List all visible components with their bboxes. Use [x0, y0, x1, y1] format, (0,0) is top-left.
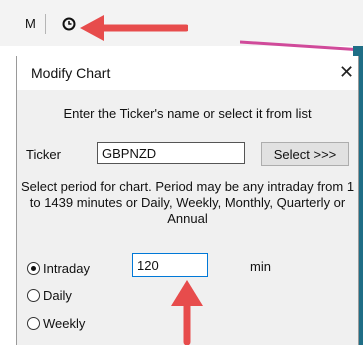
radio-daily-label: Daily	[43, 288, 72, 303]
toolbar-separator	[45, 14, 46, 34]
chart-line-decoration	[240, 40, 363, 52]
radio-daily[interactable]: Daily	[27, 288, 72, 303]
dialog-title: Modify Chart	[31, 65, 111, 81]
ticker-prompt: Enter the Ticker's name or select it fro…	[63, 106, 312, 121]
modify-chart-dialog: Modify Chart ✕ Enter the Ticker's name o…	[16, 56, 359, 345]
radio-daily-indicator[interactable]	[27, 289, 40, 302]
clock-icon[interactable]	[62, 17, 76, 36]
radio-intraday-label: Intraday	[43, 261, 90, 276]
radio-weekly[interactable]: Weekly	[27, 316, 85, 331]
dialog-titlebar: Modify Chart ✕	[17, 56, 358, 90]
toolbar-m-button[interactable]: M	[25, 16, 36, 31]
period-description: Select period for chart. Period may be a…	[20, 179, 355, 226]
minutes-input[interactable]	[132, 253, 208, 277]
annotation-arrow-top	[80, 15, 188, 41]
ticker-label: Ticker	[26, 147, 61, 162]
select-ticker-button[interactable]: Select >>>	[261, 142, 349, 166]
close-icon[interactable]: ✕	[339, 62, 354, 83]
ticker-input[interactable]	[97, 142, 245, 164]
radio-weekly-indicator[interactable]	[27, 317, 40, 330]
annotation-arrow-bottom	[171, 280, 203, 345]
minutes-unit-label: min	[250, 259, 271, 274]
radio-intraday-indicator[interactable]	[27, 262, 40, 275]
radio-intraday[interactable]: Intraday	[27, 261, 90, 276]
radio-weekly-label: Weekly	[43, 316, 86, 331]
